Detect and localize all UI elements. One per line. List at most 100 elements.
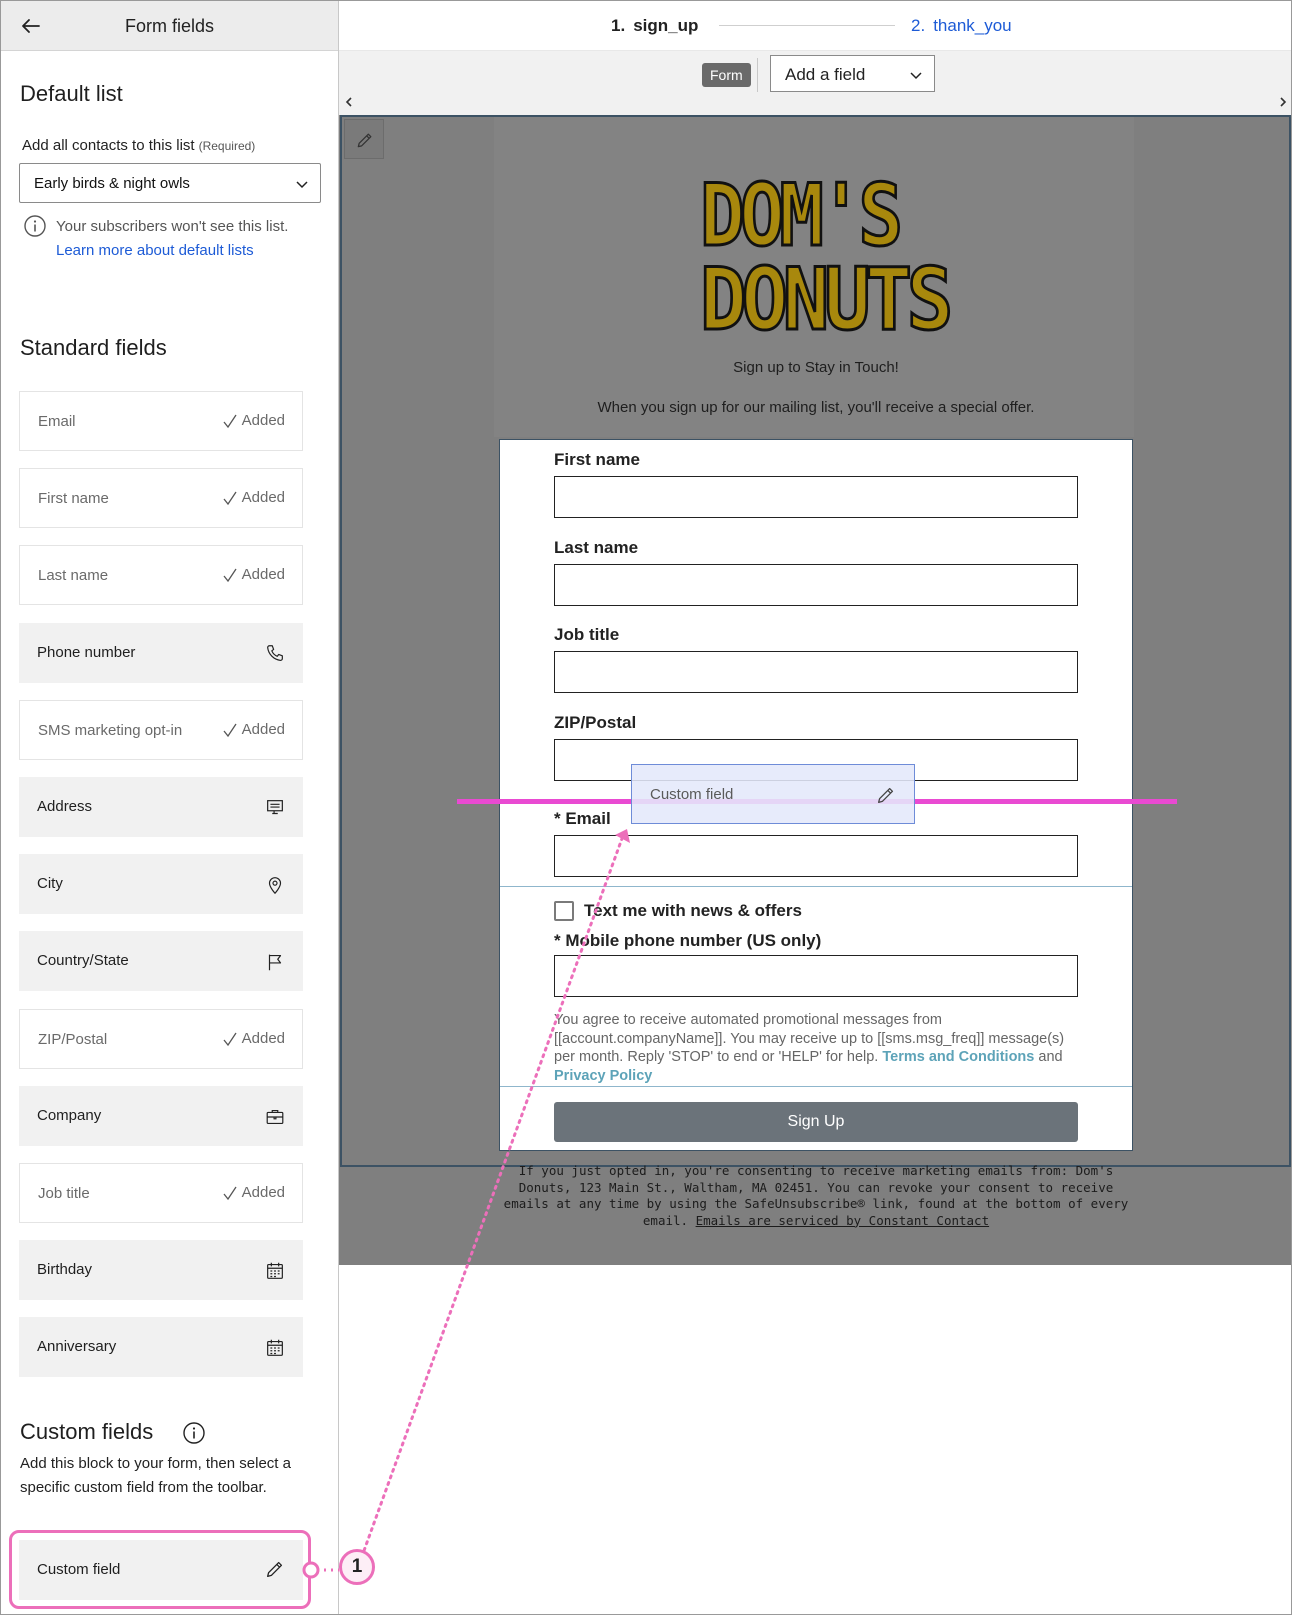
default-list-label: Add all contacts to this list (Required): [22, 137, 255, 154]
field-card-label: Address: [37, 798, 93, 815]
field-card-country-state[interactable]: Country/State: [19, 931, 303, 991]
field-card-label: Anniversary: [37, 1338, 117, 1355]
field-card-label: City: [37, 875, 63, 892]
zip-postal-label: ZIP/Postal: [554, 713, 637, 732]
field-card-company[interactable]: Company: [19, 1086, 303, 1146]
custom-field-block[interactable]: Custom field: [19, 1540, 303, 1600]
email-input[interactable]: [554, 835, 1078, 877]
added-status-text: Added: [241, 489, 285, 506]
job-title-label: Job title: [554, 625, 620, 644]
email-label: * Email: [554, 809, 611, 828]
privacy-link[interactable]: Privacy Policy: [554, 1068, 652, 1084]
custom-fields-title: Custom fields: [20, 1419, 154, 1444]
field-card-label: Email: [38, 413, 76, 430]
default-list-label-text: Add all contacts to this list: [22, 137, 195, 154]
info-icon: [24, 215, 46, 237]
added-status-text: Added: [241, 1030, 285, 1047]
checkmark-icon: [223, 568, 237, 582]
last-name-input[interactable]: [554, 564, 1078, 606]
default-list-title: Default list: [20, 81, 123, 106]
pencil-icon: [357, 133, 372, 148]
form-subtitle: When you sign up for our mailing list, y…: [597, 399, 1035, 416]
step-sign-up[interactable]: 1. sign_up: [611, 16, 698, 36]
pencil-icon: [878, 787, 894, 803]
info-icon[interactable]: [182, 1421, 206, 1445]
dragged-custom-field[interactable]: Custom field: [631, 764, 915, 824]
mobile-phone-label: * Mobile phone number (US only): [554, 931, 822, 950]
step-name: sign_up: [633, 16, 699, 35]
chevron-down-icon: [296, 181, 308, 189]
location-pin-icon: [268, 877, 282, 895]
sign-up-button[interactable]: Sign Up: [554, 1102, 1078, 1142]
calendar-icon: [267, 1339, 283, 1356]
add-field-label: Add a field: [785, 65, 866, 84]
checkmark-icon: [223, 1186, 237, 1200]
logo-line-2: DONUTS: [700, 250, 949, 333]
custom-fields-description: Add this block to your form, then select…: [20, 1455, 291, 1496]
calendar-icon: [267, 1262, 283, 1279]
sms-consent-text: You agree to receive automated promotion…: [554, 1011, 1074, 1085]
field-card-label: Birthday: [37, 1261, 93, 1278]
step-number-badge: 1: [339, 1549, 375, 1585]
editor-toolbar: Form Add a field: [339, 51, 1291, 115]
checkmark-icon: [223, 491, 237, 505]
default-list-select[interactable]: Early birds & night owls: [19, 163, 321, 203]
constant-contact-link[interactable]: Emails are serviced by Constant Contact: [696, 1213, 990, 1228]
added-status: Added: [222, 566, 285, 583]
field-card-city[interactable]: City: [19, 854, 303, 914]
checkmark-icon: [223, 723, 237, 737]
field-card-first-name: First name Added: [19, 468, 303, 528]
default-list-note-text: Your subscribers won't see this list.: [56, 218, 289, 235]
field-card-email: Email Added: [19, 391, 303, 451]
field-card-label: Country/State: [37, 952, 129, 969]
terms-link[interactable]: Terms and Conditions: [882, 1049, 1034, 1065]
first-name-label: First name: [554, 450, 640, 469]
pencil-icon: [267, 1561, 283, 1577]
added-status: Added: [222, 721, 285, 738]
chevron-down-icon: [910, 72, 922, 80]
step-number: 2.: [911, 16, 926, 35]
consent-and: and: [1038, 1049, 1063, 1065]
job-title-input[interactable]: [554, 651, 1078, 693]
field-card-job-title: Job title Added: [19, 1163, 303, 1223]
sms-opt-in-block[interactable]: Text me with news & offers * Mobile phon…: [500, 887, 1132, 1087]
field-card-label: Phone number: [37, 644, 136, 661]
form-canvas: DOM'S DONUTS Sign up to Stay in Touch! W…: [339, 115, 1291, 1265]
checkmark-icon: [223, 1032, 237, 1046]
first-name-input[interactable]: [554, 476, 1078, 518]
sms-opt-in-checkbox[interactable]: [554, 901, 574, 921]
address-icon: [267, 800, 283, 815]
scroll-left-icon[interactable]: [343, 95, 355, 109]
field-card-label: SMS marketing opt-in: [38, 722, 183, 739]
added-status-text: Added: [241, 1184, 285, 1201]
flag-icon: [268, 954, 282, 971]
required-tag: (Required): [198, 139, 256, 153]
added-status: Added: [222, 489, 285, 506]
step-thank-you[interactable]: 2. thank_you: [911, 16, 1012, 36]
learn-more-link[interactable]: Learn more about default lists: [56, 242, 254, 259]
field-card-address[interactable]: Address: [19, 777, 303, 837]
phone-icon: [267, 645, 283, 662]
field-card-phone-number[interactable]: Phone number: [19, 623, 303, 683]
field-card-label: ZIP/Postal: [38, 1031, 108, 1048]
default-list-note: Your subscribers won't see this list. Le…: [56, 215, 311, 263]
mobile-phone-input[interactable]: [554, 955, 1078, 997]
consent-disclaimer: If you just opted in, you're consenting …: [499, 1163, 1133, 1229]
added-status-text: Added: [241, 566, 285, 583]
added-status: Added: [222, 1184, 285, 1201]
field-card-sms-marketing-opt-in: SMS marketing opt-in Added: [19, 700, 303, 760]
edit-form-button[interactable]: [344, 119, 384, 159]
field-card-label: First name: [38, 490, 109, 507]
scroll-right-icon[interactable]: [1277, 95, 1289, 109]
toolbar-divider: [757, 58, 758, 92]
added-status: Added: [222, 1030, 285, 1047]
field-card-anniversary[interactable]: Anniversary: [19, 1317, 303, 1377]
added-status: Added: [222, 412, 285, 429]
default-list-value: Early birds & night owls: [34, 175, 190, 192]
sidebar-header: Form fields: [1, 1, 338, 51]
field-card-label: Company: [37, 1107, 102, 1124]
last-name-label: Last name: [554, 538, 639, 557]
add-field-dropdown[interactable]: Add a field: [770, 55, 935, 92]
field-card-birthday[interactable]: Birthday: [19, 1240, 303, 1300]
doms-donuts-logo: DOM'S DONUTS: [699, 165, 955, 334]
